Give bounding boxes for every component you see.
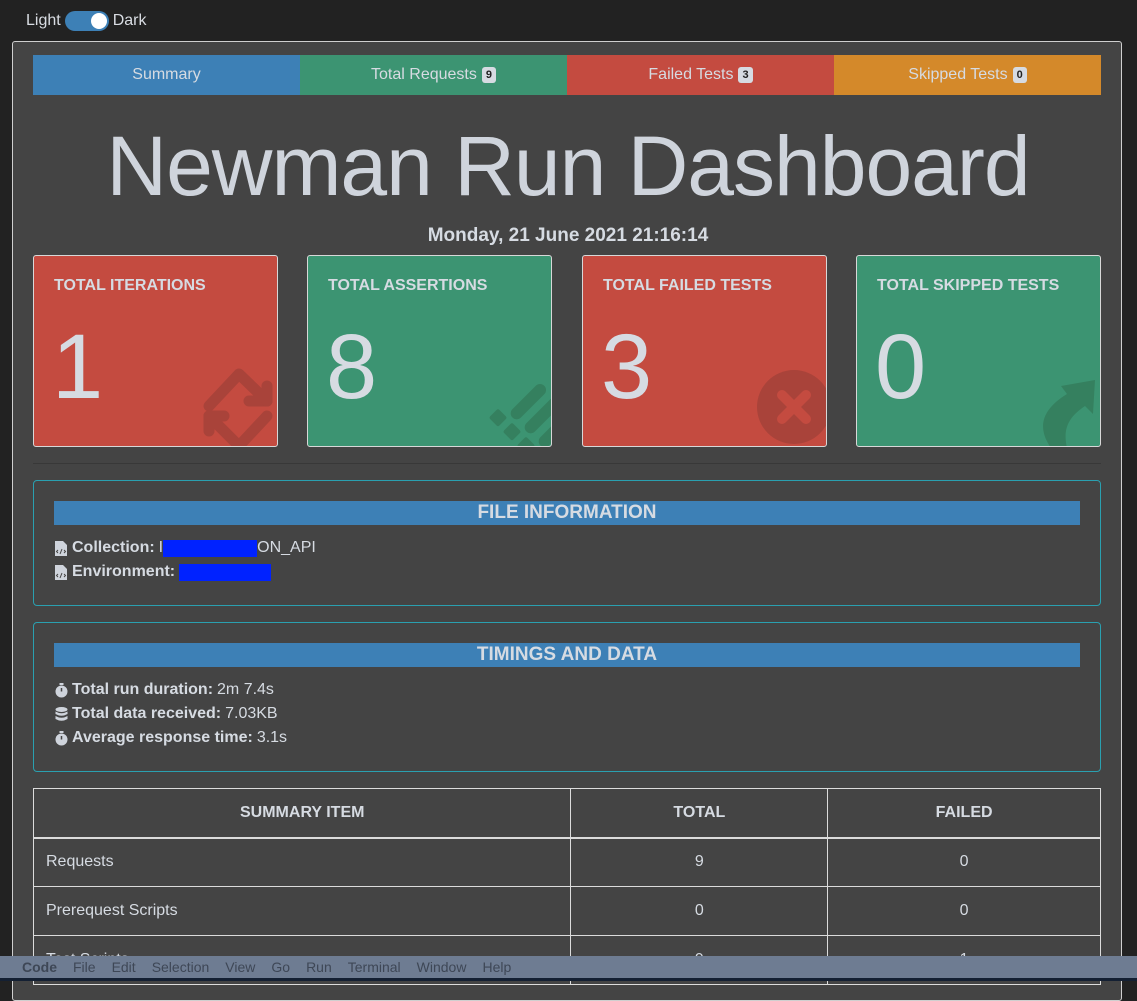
timing-item: Total data received: 7.03KB xyxy=(54,705,278,723)
column-header-total[interactable]: TOTAL xyxy=(570,788,829,838)
panel-heading: FILE INFORMATION xyxy=(54,501,1080,525)
tab-total-requests[interactable]: Total Requests 9 xyxy=(300,55,567,95)
theme-dark-label: Dark xyxy=(112,12,147,29)
count-badge: 3 xyxy=(738,67,753,83)
tab-label: Summary xyxy=(132,66,201,83)
timing-label: Total run duration: xyxy=(72,681,214,698)
menu-item-run[interactable]: Run xyxy=(306,959,332,975)
tab-label: Failed Tests xyxy=(648,66,734,83)
theme-light-label: Light xyxy=(26,12,61,29)
tab-label: Total Requests xyxy=(371,66,477,83)
menu-app-name[interactable]: Code xyxy=(22,959,57,975)
menu-item-terminal[interactable]: Terminal xyxy=(348,959,401,975)
file-information-panel: FILE INFORMATION Collection: I ON_API Env… xyxy=(33,480,1101,606)
card-value: 8 xyxy=(326,316,378,418)
card-total-skipped-tests: TOTAL SKIPPED TESTS 0 xyxy=(856,255,1101,447)
card-label: TOTAL ITERATIONS xyxy=(54,277,206,294)
list-icon xyxy=(489,383,551,446)
timings-panel: TIMINGS AND DATA Total run duration: 2m … xyxy=(33,622,1101,772)
count-badge: 0 xyxy=(1012,67,1027,83)
timing-label: Average response time: xyxy=(72,729,253,746)
card-label: TOTAL ASSERTIONS xyxy=(328,277,488,294)
tab-bar: Summary Total Requests 9 Failed Tests 3 … xyxy=(33,55,1101,95)
environment-label: Environment: xyxy=(72,563,176,580)
total-cell: 0 xyxy=(570,886,829,936)
menu-item-go[interactable]: Go xyxy=(271,959,290,975)
card-value: 3 xyxy=(601,316,653,418)
timing-value: 2m 7.4s xyxy=(217,681,274,698)
theme-toggle-switch[interactable] xyxy=(64,11,109,31)
page-title: Newman Run Dashboard xyxy=(106,119,1030,213)
scroll-gutter xyxy=(1122,41,1137,956)
tab-summary[interactable]: Summary xyxy=(33,55,300,95)
collection-label: Collection: xyxy=(72,539,155,556)
panel-heading: TIMINGS AND DATA xyxy=(54,643,1080,667)
divider xyxy=(33,463,1101,464)
failed-cell: 0 xyxy=(827,886,1101,936)
summary-item-cell: Requests xyxy=(32,837,572,887)
environment-line: Environment: xyxy=(54,563,272,581)
summary-item-cell: Prerequest Scripts xyxy=(32,886,572,936)
column-header-summary-item[interactable]: SUMMARY ITEM xyxy=(32,788,572,838)
tab-failed-tests[interactable]: Failed Tests 3 xyxy=(567,55,834,95)
timing-item: Total run duration: 2m 7.4s xyxy=(54,681,274,699)
tab-label: Skipped Tests xyxy=(908,66,1008,83)
column-header-failed[interactable]: FAILED xyxy=(827,788,1101,838)
menu-item-help[interactable]: Help xyxy=(482,959,511,975)
failed-cell: 0 xyxy=(827,837,1101,887)
timing-value: 7.03KB xyxy=(225,705,278,722)
menu-item-edit[interactable]: Edit xyxy=(112,959,136,975)
stat-cards: TOTAL ITERATIONS 1 TOTAL ASSERTIONS 8 TO… xyxy=(33,255,1101,447)
collection-line: Collection: I ON_API xyxy=(54,539,316,557)
tab-skipped-tests[interactable]: Skipped Tests 0 xyxy=(834,55,1101,95)
redacted-block xyxy=(163,539,258,557)
file-code-icon xyxy=(54,564,68,580)
total-cell: 9 xyxy=(570,837,829,887)
stopwatch-icon xyxy=(54,730,68,746)
share-arrow-icon xyxy=(1043,380,1095,446)
toggle-knob xyxy=(90,13,107,29)
theme-toggle-bar: Light Dark xyxy=(0,0,1137,42)
card-label: TOTAL FAILED TESTS xyxy=(603,277,772,294)
timing-value: 3.1s xyxy=(256,729,288,746)
card-total-assertions: TOTAL ASSERTIONS 8 xyxy=(307,255,552,447)
count-badge: 9 xyxy=(481,67,496,83)
collection-suffix: ON_API xyxy=(257,539,316,556)
os-menu-bar: Code File Edit Selection View Go Run Ter… xyxy=(0,956,1137,981)
stopwatch-icon xyxy=(54,682,68,698)
menu-item-selection[interactable]: Selection xyxy=(152,959,210,975)
card-value: 1 xyxy=(52,316,104,418)
table-header-row: SUMMARY ITEM TOTAL FAILED xyxy=(32,788,1101,838)
menu-item-view[interactable]: View xyxy=(225,959,255,975)
run-date: Monday, 21 June 2021 21:16:14 xyxy=(427,225,709,246)
card-total-failed-tests: TOTAL FAILED TESTS 3 xyxy=(582,255,827,447)
card-label: TOTAL SKIPPED TESTS xyxy=(877,277,1060,294)
sync-icon xyxy=(203,368,273,446)
timing-item: Average response time: 3.1s xyxy=(54,729,287,747)
times-circle-icon xyxy=(757,370,826,444)
menu-item-window[interactable]: Window xyxy=(417,959,467,975)
card-total-iterations: TOTAL ITERATIONS 1 xyxy=(33,255,278,447)
card-value: 0 xyxy=(875,316,927,418)
menu-item-file[interactable]: File xyxy=(73,959,96,975)
table-row: Prerequest Scripts 0 0 xyxy=(32,886,1101,936)
redacted-block xyxy=(179,563,272,581)
database-icon xyxy=(54,706,68,722)
file-code-icon xyxy=(54,540,68,556)
table-row: Requests 9 0 xyxy=(32,837,1101,887)
dashboard-container: Summary Total Requests 9 Failed Tests 3 … xyxy=(12,41,1122,1001)
timing-label: Total data received: xyxy=(72,705,222,722)
